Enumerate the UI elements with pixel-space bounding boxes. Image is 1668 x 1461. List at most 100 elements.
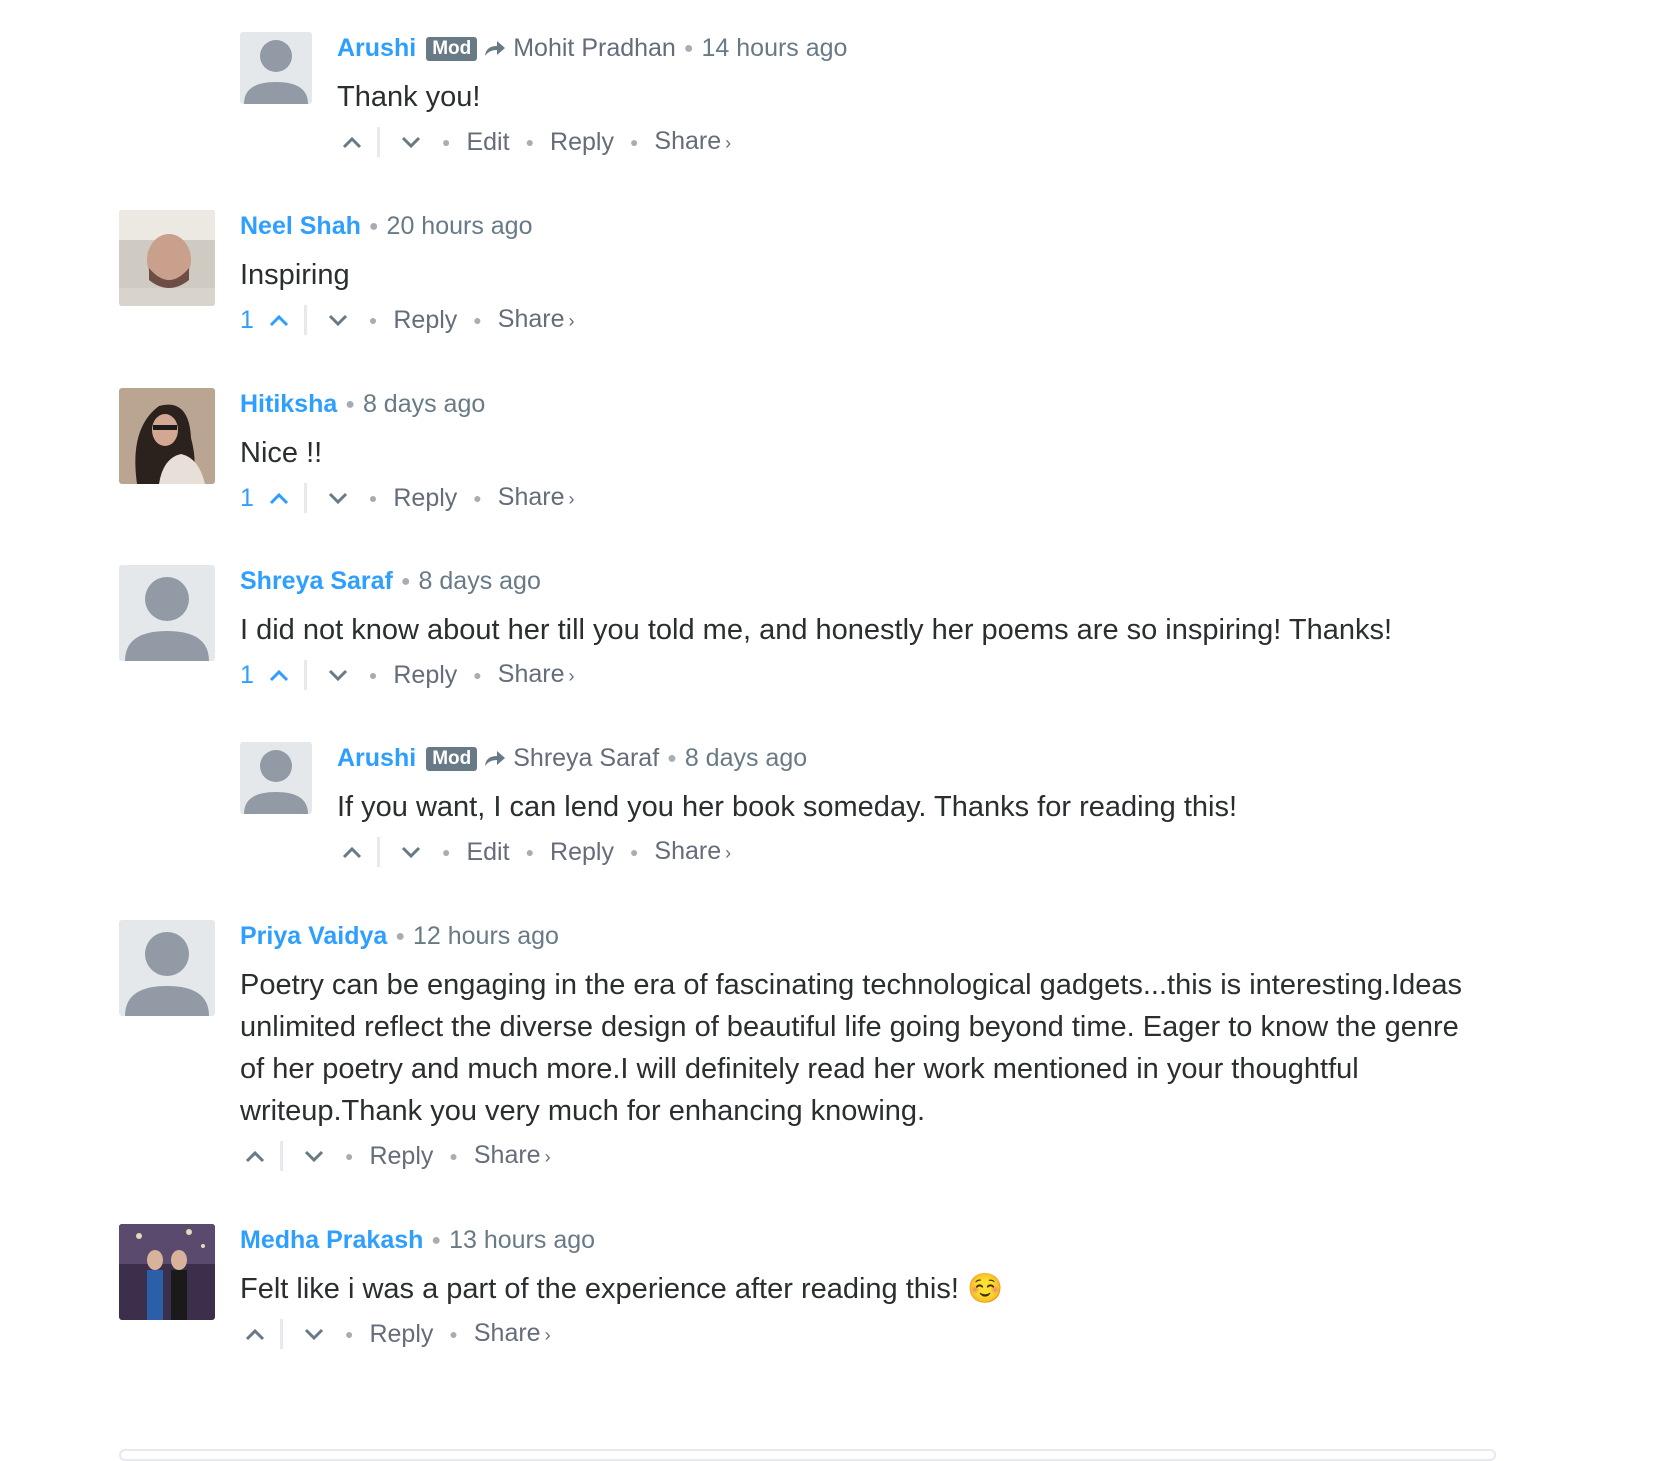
chevron-up-icon (269, 314, 288, 327)
separator-dot: ● (525, 844, 535, 860)
comment-footer: 1 ● Reply ● Share › (240, 657, 1540, 693)
timestamp[interactable]: 8 days ago (419, 567, 541, 595)
avatar[interactable] (240, 32, 312, 104)
reply-button[interactable]: Reply (393, 657, 457, 693)
avatar[interactable] (119, 1224, 215, 1320)
reply-button[interactable]: Reply (369, 1316, 433, 1352)
separator-dot: ● (345, 1326, 354, 1342)
share-button[interactable]: Share › (474, 1137, 551, 1175)
share-label: Share (654, 127, 722, 155)
reply-button[interactable]: Reply (393, 302, 457, 338)
upvote-button[interactable] (240, 1319, 270, 1349)
share-button[interactable]: Share › (498, 301, 575, 339)
author-name[interactable]: Arushi (337, 744, 416, 772)
author-name[interactable]: Hitiksha (240, 390, 337, 418)
share-button[interactable]: Share › (498, 656, 575, 694)
share-button[interactable]: Share › (654, 123, 731, 161)
share-button[interactable]: Share › (654, 833, 731, 871)
upvote-button[interactable] (337, 127, 367, 157)
upvote-button[interactable] (264, 483, 294, 513)
downvote-button[interactable] (323, 483, 353, 513)
comment-header: Shreya Saraf ● 8 days ago (240, 565, 1540, 597)
vote-divider (280, 1319, 283, 1349)
mod-badge: Mod (426, 37, 478, 61)
chevron-down-icon (328, 669, 347, 682)
edit-button[interactable]: Edit (466, 124, 509, 160)
author-name[interactable]: Shreya Saraf (240, 567, 393, 595)
downvote-button[interactable] (323, 660, 353, 690)
comment-footer: ● Edit ● Reply ● Share › (337, 124, 1537, 160)
separator-dot: ● (525, 134, 535, 150)
share-label: Share (473, 1319, 541, 1347)
avatar[interactable] (119, 210, 215, 306)
chevron-up-icon (342, 136, 362, 149)
separator-dot: ● (395, 928, 405, 945)
timestamp[interactable]: 8 days ago (685, 744, 807, 772)
vote-count: 1 (240, 484, 254, 512)
share-label: Share (497, 305, 565, 333)
downvote-button[interactable] (299, 1141, 329, 1171)
chevron-down-icon (401, 136, 421, 149)
reply-arrow-icon (483, 744, 507, 776)
avatar[interactable] (119, 388, 215, 484)
share-button[interactable]: Share › (474, 1315, 551, 1353)
vote-divider (303, 305, 307, 335)
chevron-up-icon (245, 1150, 265, 1163)
separator-dot: ● (368, 218, 379, 235)
chevron-up-icon (342, 846, 362, 859)
vote-count: 1 (240, 306, 254, 334)
avatar[interactable] (119, 565, 215, 661)
separator-dot: ● (629, 844, 639, 860)
author-name[interactable]: Neel Shah (240, 212, 361, 240)
author-name[interactable]: Priya Vaidya (240, 922, 387, 950)
reply-button[interactable]: Reply (369, 1138, 433, 1174)
avatar[interactable] (240, 742, 312, 814)
comment-header: Hitiksha ● 8 days ago (240, 388, 1540, 420)
timestamp[interactable]: 8 days ago (363, 390, 485, 418)
comment-header: Arushi Mod Shreya Saraf ● 8 days ago (337, 742, 1537, 774)
downvote-button[interactable] (323, 305, 353, 335)
timestamp[interactable]: 14 hours ago (702, 34, 848, 62)
chevron-right-icon: › (568, 489, 575, 509)
share-button[interactable]: Share › (498, 479, 575, 517)
chevron-right-icon: › (544, 1147, 551, 1167)
downvote-button[interactable] (299, 1319, 329, 1349)
comment-text: If you want, I can lend you her book som… (337, 791, 1238, 823)
vote-divider (303, 483, 307, 513)
comment-footer: 1 ● Reply ● Share › (240, 302, 1540, 338)
chevron-down-icon (304, 1150, 324, 1163)
timestamp[interactable]: 20 hours ago (387, 212, 533, 240)
downvote-button[interactable] (396, 127, 426, 157)
upvote-button[interactable] (240, 1141, 270, 1171)
reply-button[interactable]: Reply (550, 834, 614, 870)
mod-badge: Mod (426, 747, 478, 771)
upvote-button[interactable] (264, 305, 294, 335)
chevron-right-icon: › (568, 311, 575, 331)
reply-button[interactable]: Reply (550, 124, 614, 160)
separator-dot: ● (473, 667, 482, 683)
chevron-right-icon: › (568, 666, 575, 686)
parent-author[interactable]: Shreya Saraf (513, 744, 659, 772)
chevron-down-icon (304, 1328, 324, 1341)
chevron-up-icon (269, 669, 288, 682)
reply-button[interactable]: Reply (393, 480, 457, 516)
edit-button[interactable]: Edit (466, 834, 509, 870)
timestamp[interactable]: 12 hours ago (413, 922, 559, 950)
timestamp[interactable]: 13 hours ago (449, 1226, 595, 1254)
comment-text: Poetry can be engaging in the era of fas… (240, 969, 1463, 1127)
separator-dot: ● (629, 134, 639, 150)
comment-footer: 1 ● Reply ● Share › (240, 480, 1540, 516)
chevron-up-icon (269, 492, 288, 505)
downvote-button[interactable] (396, 837, 426, 867)
chevron-down-icon (328, 492, 347, 505)
parent-author[interactable]: Mohit Pradhan (513, 34, 676, 62)
avatar[interactable] (119, 920, 215, 1016)
author-name[interactable]: Medha Prakash (240, 1226, 423, 1254)
upvote-button[interactable] (264, 660, 294, 690)
separator-dot: ● (345, 1148, 354, 1164)
upvote-button[interactable] (337, 837, 367, 867)
comment-header: Priya Vaidya ● 12 hours ago (240, 920, 1550, 952)
author-name[interactable]: Arushi (337, 34, 416, 62)
comment-header: Medha Prakash ● 13 hours ago (240, 1224, 1540, 1256)
comment-text: Nice !! (240, 437, 323, 469)
